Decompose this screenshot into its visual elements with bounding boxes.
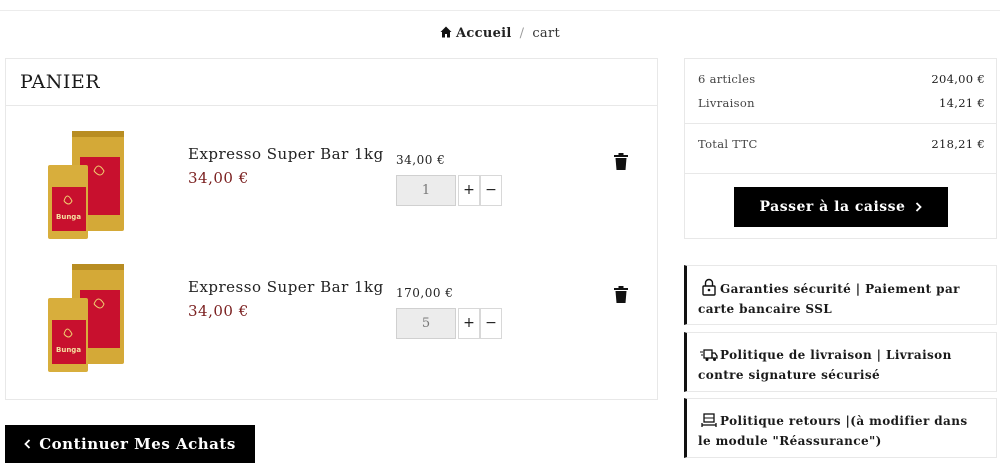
summary-divider bbox=[685, 123, 996, 124]
breadcrumb-home-link[interactable]: Accueil bbox=[456, 26, 512, 41]
truck-icon bbox=[700, 349, 718, 361]
breadcrumb-current: cart bbox=[532, 26, 560, 41]
item-line-total: 34,00 € bbox=[396, 153, 446, 167]
cart-item: Bunga Expresso Super Bar 1kg 34,00 € 170… bbox=[6, 264, 657, 384]
shipping-label: Livraison bbox=[698, 96, 755, 110]
cart-item: Bunga Expresso Super Bar 1kg 34,00 € 34,… bbox=[6, 131, 657, 251]
trash-icon[interactable] bbox=[614, 286, 628, 303]
quantity-decrease-button[interactable]: − bbox=[480, 175, 502, 206]
articles-row: 6 articles 204,00 € bbox=[698, 72, 985, 86]
reassurance-block: Politique retours |(à modifier dans le m… bbox=[684, 398, 997, 458]
chevron-right-icon bbox=[916, 202, 923, 212]
product-image: Bunga bbox=[48, 264, 124, 372]
trash-icon[interactable] bbox=[614, 153, 628, 170]
total-value: 218,21 € bbox=[931, 137, 985, 151]
quantity-decrease-button[interactable]: − bbox=[480, 308, 502, 339]
cart-title: PANIER bbox=[6, 59, 657, 106]
quantity-increase-button[interactable]: + bbox=[458, 308, 480, 339]
reassurance-block: Politique de livraison | Livraison contr… bbox=[684, 332, 997, 392]
lock-icon bbox=[702, 278, 716, 296]
reassurance-block: Garanties sécurité | Paiement par carte … bbox=[684, 265, 997, 325]
order-summary: 6 articles 204,00 € Livraison 14,21 € To… bbox=[684, 58, 997, 239]
shipping-row: Livraison 14,21 € bbox=[698, 96, 985, 110]
svg-text:Bunga: Bunga bbox=[56, 346, 81, 354]
breadcrumb-separator: / bbox=[519, 26, 525, 41]
total-row: Total TTC 218,21 € bbox=[698, 137, 985, 151]
summary-divider bbox=[685, 173, 996, 174]
reassurance-text: Politique de livraison | Livraison contr… bbox=[698, 348, 952, 382]
breadcrumb: Accueil / cart bbox=[0, 26, 1000, 41]
product-image: Bunga bbox=[48, 131, 124, 239]
articles-value: 204,00 € bbox=[931, 72, 985, 86]
return-icon bbox=[701, 413, 717, 427]
reassurance-text: Politique retours |(à modifier dans le m… bbox=[698, 414, 968, 448]
quantity-input[interactable]: 1 bbox=[396, 175, 456, 206]
quantity-increase-button[interactable]: + bbox=[458, 175, 480, 206]
articles-label: 6 articles bbox=[698, 72, 756, 86]
quantity-input[interactable]: 5 bbox=[396, 308, 456, 339]
item-unit-price: 34,00 € bbox=[188, 302, 249, 320]
checkout-label: Passer à la caisse bbox=[759, 199, 906, 215]
reassurance-text: Garanties sécurité | Paiement par carte … bbox=[698, 282, 960, 316]
item-line-total: 170,00 € bbox=[396, 286, 454, 300]
checkout-button[interactable]: Passer à la caisse bbox=[734, 187, 948, 227]
shipping-value: 14,21 € bbox=[939, 96, 985, 110]
total-label: Total TTC bbox=[698, 137, 758, 151]
continue-shopping-label: Continuer Mes Achats bbox=[39, 435, 236, 453]
chevron-left-icon bbox=[24, 439, 31, 449]
cart-panel: PANIER Bunga Expresso Super Bar 1kg 34,0… bbox=[5, 58, 658, 400]
item-unit-price: 34,00 € bbox=[188, 169, 249, 187]
home-icon bbox=[440, 26, 452, 38]
item-name[interactable]: Expresso Super Bar 1kg bbox=[188, 145, 384, 163]
top-divider bbox=[0, 10, 1000, 11]
item-name[interactable]: Expresso Super Bar 1kg bbox=[188, 278, 384, 296]
svg-text:Bunga: Bunga bbox=[56, 213, 81, 221]
continue-shopping-button[interactable]: Continuer Mes Achats bbox=[5, 425, 255, 463]
